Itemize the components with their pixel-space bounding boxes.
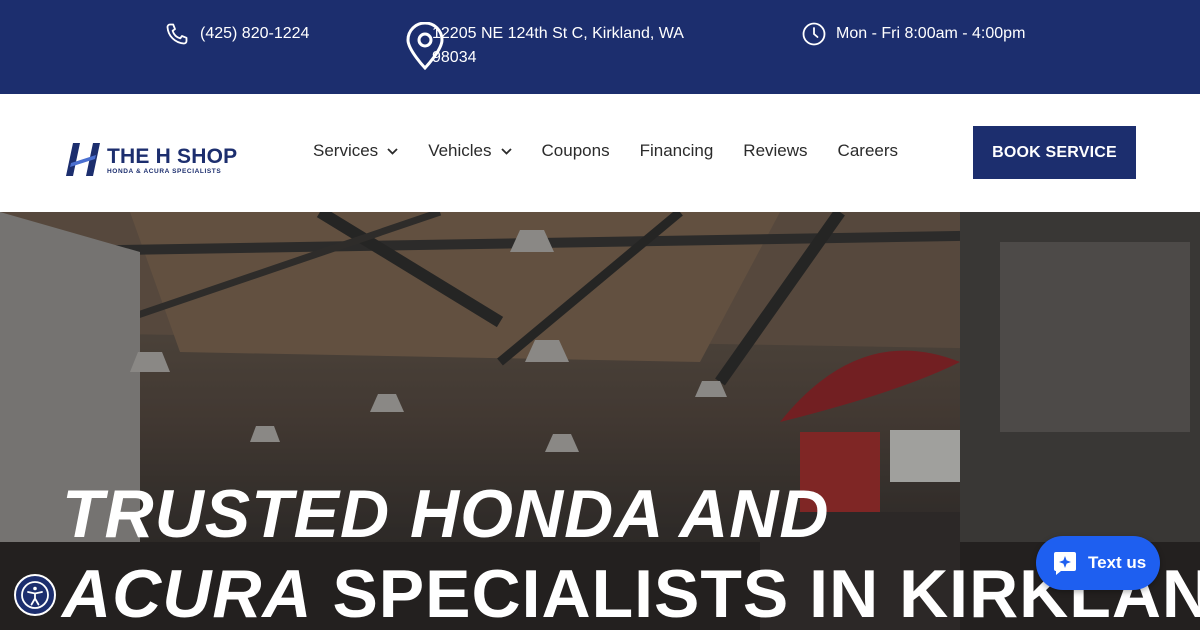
top-info-bar: (425) 820-1224 12205 NE 124th St C, Kirk… [0,0,1200,94]
business-hours: Mon - Fri 8:00am - 4:00pm [802,22,1025,46]
logo-h-mark [66,143,100,176]
hero-line-1: TRUSTED HONDA AND [62,476,830,552]
nav-financing[interactable]: Financing [640,141,714,161]
text-us-label: Text us [1088,553,1147,572]
phone-icon [166,23,188,45]
nav-careers[interactable]: Careers [838,141,898,161]
chat-bubble-icon [1054,552,1076,575]
clock-icon [802,22,826,46]
address-text[interactable]: 12205 NE 124th St C, Kirkland, WA 98034 [432,22,692,70]
nav-vehicles-label: Vehicles [428,141,492,160]
chevron-down-icon [500,147,512,155]
address-contact[interactable]: 12205 NE 124th St C, Kirkland, WA 98034 [405,22,695,70]
phone-contact[interactable]: (425) 820-1224 [165,22,309,46]
chevron-down-icon [387,147,398,155]
logo[interactable]: THE H SHOP HONDA & ACURA SPECIALISTS [66,142,241,178]
hero-section: TRUSTED HONDA AND ACURA SPECIALISTS IN K… [0,212,1200,630]
accessibility-icon [21,581,49,609]
nav-vehicles[interactable]: Vehicles [428,141,512,161]
accessibility-button[interactable] [14,574,56,616]
hero-line-2-italic: ACURA [62,556,313,630]
hero-heading: TRUSTED HONDA AND ACURA SPECIALISTS IN K… [62,474,1200,630]
hours-text: Mon - Fri 8:00am - 4:00pm [836,25,1026,42]
logo-tagline: HONDA & ACURA SPECIALISTS [107,168,222,175]
nav-coupons[interactable]: Coupons [542,141,610,161]
text-us-chat-button[interactable]: Text us [1036,536,1160,590]
phone-number[interactable]: (425) 820-1224 [200,22,309,46]
book-service-button[interactable]: BOOK SERVICE [973,126,1136,179]
main-nav: Services Vehicles Coupons Financing Revi… [313,141,928,161]
nav-reviews[interactable]: Reviews [743,141,807,161]
logo-name: THE H SHOP [107,145,238,168]
nav-services[interactable]: Services [313,141,398,161]
nav-services-label: Services [313,141,379,160]
site-header: THE H SHOP HONDA & ACURA SPECIALISTS Ser… [0,94,1200,212]
